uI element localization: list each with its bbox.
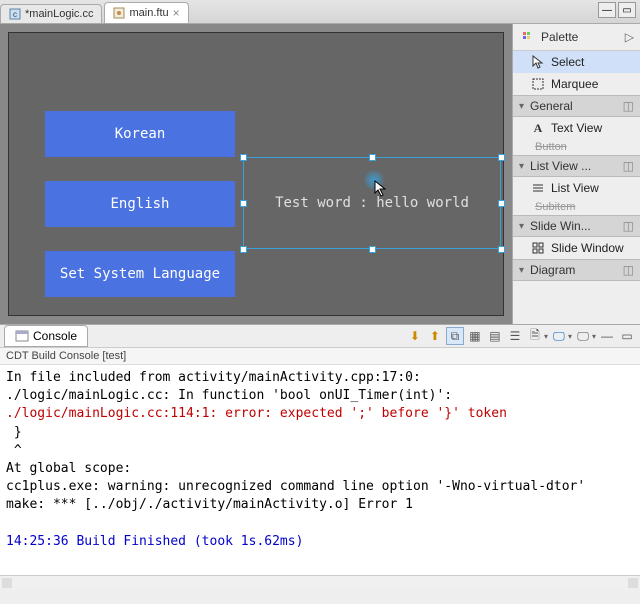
- console-bar: Console ⬇ ⬆ ⧉ ▦ ▤ ☰ 🗎▾ 🖵▾ 🖵▾ ― ▭: [0, 324, 640, 348]
- console-line: ^: [6, 442, 634, 460]
- selection-handle[interactable]: [240, 246, 247, 253]
- collapse-arrow-icon: ▾: [519, 221, 524, 232]
- canvas-button-0[interactable]: Korean: [45, 111, 235, 157]
- palette-item-text-view[interactable]: A Text View: [513, 117, 640, 139]
- console-line: cc1plus.exe: warning: unrecognized comma…: [6, 478, 634, 496]
- maximize-button[interactable]: ▭: [618, 2, 636, 18]
- minimize-view-icon[interactable]: ―: [598, 327, 616, 345]
- palette-group-label: General: [530, 99, 573, 113]
- canvas-button-2[interactable]: Set System Language: [45, 251, 235, 297]
- console-note-icon[interactable]: 🗎: [526, 327, 544, 345]
- console-tab[interactable]: Console: [4, 325, 88, 347]
- cursor-icon: [531, 55, 545, 69]
- drawer-icon: ◫: [623, 219, 634, 233]
- selection-handle[interactable]: [498, 154, 505, 161]
- tab-label: main.ftu: [129, 7, 168, 19]
- maximize-view-icon[interactable]: ▭: [618, 327, 636, 345]
- canvas-button-1[interactable]: English: [45, 181, 235, 227]
- selection-handle[interactable]: [240, 154, 247, 161]
- console-scrollbar[interactable]: [0, 575, 640, 589]
- palette-group-general[interactable]: ▾ General ◫: [513, 95, 640, 117]
- console-clear-icon[interactable]: ▦: [466, 327, 484, 345]
- ftu-file-icon: [113, 7, 125, 19]
- selection-handle[interactable]: [369, 246, 376, 253]
- list-icon: [531, 181, 545, 195]
- palette-item-list-view[interactable]: List View: [513, 177, 640, 199]
- palette-header: Palette ▷: [513, 24, 640, 51]
- console-toolbar: ⬇ ⬆ ⧉ ▦ ▤ ☰ 🗎▾ 🖵▾ 🖵▾ ― ▭: [406, 327, 636, 345]
- palette-tool-label: Marquee: [551, 77, 598, 91]
- svg-text:c: c: [13, 10, 17, 19]
- console-line: ./logic/mainLogic.cc:114:1: error: expec…: [6, 405, 634, 423]
- palette-group-diagram[interactable]: ▾ Diagram ◫: [513, 259, 640, 281]
- console-output[interactable]: In file included from activity/mainActiv…: [0, 365, 640, 575]
- grid-icon: [531, 241, 545, 255]
- palette-tool-select[interactable]: Select: [513, 51, 640, 73]
- console-monitor-icon[interactable]: 🖵: [574, 327, 592, 345]
- A-icon: A: [531, 121, 545, 135]
- console-line: make: *** [../obj/./activity/mainActivit…: [6, 496, 634, 514]
- palette-group-label: Slide Win...: [530, 219, 591, 233]
- editor-tabs: c *mainLogic.cc main.ftu × ― ▭: [0, 0, 640, 24]
- collapse-arrow-icon: ▾: [519, 161, 524, 172]
- palette-tool-marquee[interactable]: Marquee: [513, 73, 640, 95]
- palette-group-list-view-[interactable]: ▾ List View ... ◫: [513, 155, 640, 177]
- selection-handle[interactable]: [369, 154, 376, 161]
- console-line: At global scope:: [6, 460, 634, 478]
- canvas-wrap: KoreanEnglishSet System LanguageTest wor…: [0, 24, 512, 324]
- palette-item-label: List View: [551, 181, 599, 195]
- palette-group-label: List View ...: [530, 159, 591, 173]
- collapse-arrow-icon: ▾: [519, 101, 524, 112]
- marquee-icon: [531, 77, 545, 91]
- arrow-up-icon[interactable]: ⬆: [426, 327, 444, 345]
- console-icon: [15, 329, 29, 343]
- console-line: ./logic/mainLogic.cc: In function 'bool …: [6, 387, 634, 405]
- drawer-icon: ◫: [623, 263, 634, 277]
- window-controls: ― ▭: [598, 2, 636, 18]
- palette-ghost-item: Subitem: [513, 199, 640, 215]
- console-line: 14:25:36 Build Finished (took 1s.62ms): [6, 533, 634, 551]
- console-line: }: [6, 424, 634, 442]
- collapse-arrow-icon: ▾: [519, 265, 524, 276]
- tab-mainlogic[interactable]: c *mainLogic.cc: [0, 4, 102, 23]
- palette-panel: Palette ▷ Select Marquee ▾ General ◫ A Text Vi…: [512, 24, 640, 324]
- close-icon[interactable]: ×: [173, 6, 180, 20]
- arrow-down-icon[interactable]: ⬇: [406, 327, 424, 345]
- palette-title: Palette: [541, 30, 578, 44]
- tab-mainftu[interactable]: main.ftu ×: [104, 2, 188, 23]
- palette-item-label: Slide Window: [551, 241, 624, 255]
- palette-ghost-item: Button: [513, 139, 640, 155]
- design-canvas[interactable]: KoreanEnglishSet System LanguageTest wor…: [8, 32, 504, 316]
- console-title: Console: [33, 329, 77, 343]
- palette-item-slide-window[interactable]: Slide Window: [513, 237, 640, 259]
- palette-tool-label: Select: [551, 55, 584, 69]
- palette-item-label: Text View: [551, 121, 602, 135]
- console-display-icon[interactable]: 🖵: [550, 327, 568, 345]
- palette-group-label: Diagram: [530, 263, 575, 277]
- console-subtitle: CDT Build Console [test]: [0, 348, 640, 365]
- drawer-icon: ◫: [623, 99, 634, 113]
- tab-label: *mainLogic.cc: [25, 8, 93, 20]
- main-area: KoreanEnglishSet System LanguageTest wor…: [0, 24, 640, 324]
- palette-group-slide-win-[interactable]: ▾ Slide Win... ◫: [513, 215, 640, 237]
- c-file-icon: c: [9, 8, 21, 20]
- selection-handle[interactable]: [498, 246, 505, 253]
- console-scroll-lock-icon[interactable]: ▤: [486, 327, 504, 345]
- selection-handle[interactable]: [240, 200, 247, 207]
- selection-handle[interactable]: [498, 200, 505, 207]
- pin-icon[interactable]: ⧉: [446, 327, 464, 345]
- drawer-icon: ◫: [623, 159, 634, 173]
- console-wrap-icon[interactable]: ☰: [506, 327, 524, 345]
- chevron-right-icon[interactable]: ▷: [625, 30, 634, 44]
- console-line: [6, 515, 634, 533]
- minimize-button[interactable]: ―: [598, 2, 616, 18]
- cursor-icon: [374, 180, 388, 198]
- console-line: In file included from activity/mainActiv…: [6, 369, 634, 387]
- palette-icon: [521, 30, 535, 44]
